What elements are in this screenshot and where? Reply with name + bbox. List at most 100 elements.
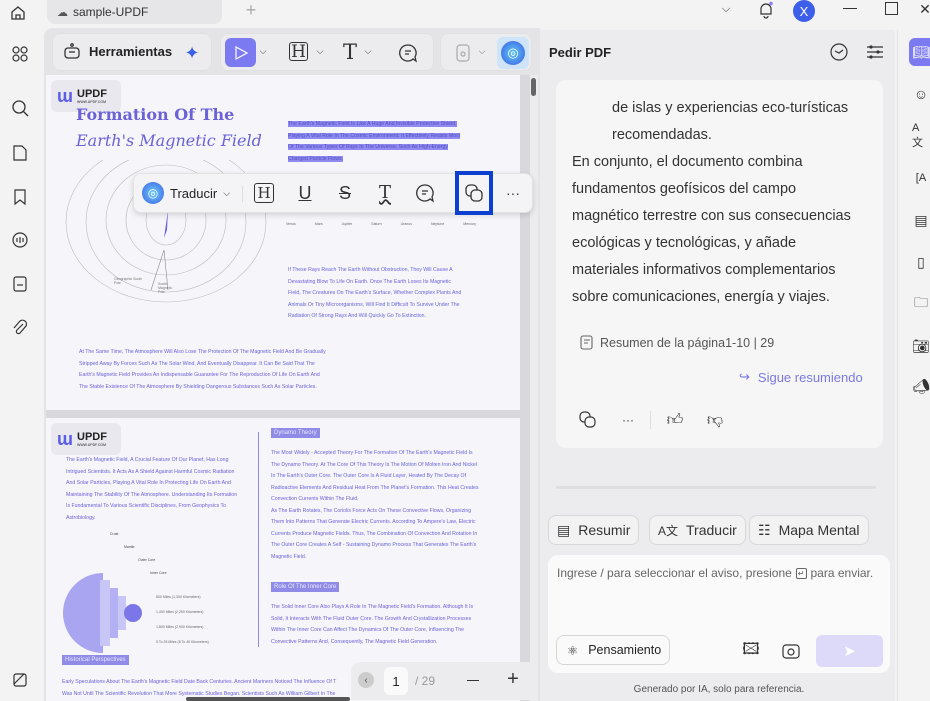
select-cursor-button[interactable] (225, 38, 256, 67)
attachments-page-icon[interactable] (8, 272, 32, 296)
chevron-down-icon[interactable]: ⌵ (716, 0, 736, 18)
summarize-chip[interactable]: ▤ Resumir (548, 515, 640, 545)
strikethrough-icon[interactable]: S (334, 181, 356, 205)
image-ai-icon[interactable]: 🖾 (740, 640, 762, 662)
page-number-input[interactable]: 1 (384, 667, 408, 695)
maximize-button[interactable] (885, 2, 898, 15)
pdf-page-2: ɯ UPDF WWW.UPDF.COM The Earth's Magnetic F… (46, 418, 520, 701)
history-clock-icon[interactable] (828, 41, 850, 63)
chip-label: Mapa Mental (778, 522, 860, 538)
pdf-viewer[interactable]: ɯ UPDF WWW.UPDF.COM Formation Of The Earth… (46, 75, 530, 701)
continue-summary-link[interactable]: ↪ Sigue resumiendo (739, 369, 863, 385)
summary-ref-text: Resumen de la página1-10 | 29 (600, 336, 775, 350)
new-tab-plus-icon[interactable]: + (240, 0, 262, 20)
chevron-down-icon[interactable]: ⌵ (315, 44, 325, 58)
chevron-down-icon: ⌵ (223, 187, 231, 198)
translate-icon[interactable]: A文 (912, 122, 930, 149)
more-options-icon[interactable]: ··· (618, 410, 638, 430)
ai-sparkle-icon[interactable]: ✦ (181, 42, 203, 64)
book-icon[interactable]: ▯ (912, 252, 930, 272)
pdf-scrollbar[interactable] (530, 75, 538, 701)
tools-button[interactable]: Herramientas (63, 43, 172, 60)
ai-disclaimer: Generado por IA, solo para referencia. (633, 684, 805, 695)
right-tool-strip: 📖︎ ☺ A文 [A ▤ ▯ 🗀 📷︎ 📣︎ (897, 30, 930, 701)
theme-icon[interactable] (8, 668, 32, 692)
screenshot-camera-icon[interactable] (780, 640, 802, 662)
home-icon[interactable] (6, 2, 30, 24)
translate-label: Traducir (170, 185, 218, 201)
comments-icon[interactable] (8, 228, 32, 252)
highlighted-text[interactable]: The Earth's Magnetic Field Is Like A Hug… (288, 119, 461, 165)
summary-doc-icon (580, 335, 594, 351)
copy-button[interactable] (455, 171, 493, 215)
updf-logo: ɯ UPDF WWW.UPDF.COM (51, 423, 121, 455)
chat-scroll-indicator (556, 486, 876, 489)
response-text: En conjunto, el documento combina (572, 154, 803, 170)
pages-icon[interactable] (8, 141, 32, 165)
underline-icon[interactable]: U (294, 181, 316, 205)
mind-map-chip[interactable]: ☷ Mapa Mental (749, 515, 869, 545)
camera-icon[interactable]: 📷︎ (912, 336, 930, 356)
document-tab[interactable]: ☁ sample-UPDF (47, 0, 222, 24)
avatar[interactable]: X (793, 0, 815, 22)
summarize-icon[interactable]: ▤ (912, 210, 930, 230)
ai-orb-icon: ◎ (501, 41, 525, 65)
extra-tools-group: ⌵ ◎ (440, 33, 532, 71)
tools-label: Herramientas (89, 44, 173, 59)
pdf-paragraph: The Earth's Magnetic Field, A Crucial Fe… (66, 457, 238, 521)
chip-label: Resumir (578, 522, 631, 538)
summarize-icon: ▤ (557, 521, 571, 538)
page-navigator: ‹ 1 / 29 + (351, 662, 531, 700)
ai-chat-face-icon[interactable]: ☺ (912, 84, 930, 104)
translate-box-icon[interactable]: [A (912, 168, 930, 188)
prev-page-button[interactable]: ‹ (358, 672, 374, 688)
title-bar: ☁ sample-UPDF + ⌵ X ✕ (0, 0, 930, 30)
ai-orb-icon: ◎ (142, 182, 164, 204)
mind-map-icon: ☷ (758, 521, 771, 538)
pdf-paragraph: The Most Widely - Accepted Theory For Th… (271, 450, 479, 560)
highlight-icon[interactable]: H (254, 183, 274, 203)
ai-assistant-button[interactable]: ◎ (497, 37, 529, 69)
enter-key-icon: ↵ (795, 567, 807, 579)
settings-sliders-icon[interactable] (864, 41, 886, 63)
comment-icon[interactable] (397, 42, 419, 64)
chevron-down-icon[interactable]: ⌵ (363, 44, 373, 58)
stamp-icon[interactable] (453, 42, 473, 64)
copy-icon[interactable] (578, 410, 598, 430)
search-icon[interactable] (8, 96, 32, 120)
zoom-out-button[interactable] (467, 680, 479, 682)
translate-chip[interactable]: A文 Traducir (649, 515, 746, 545)
response-text: magnético terrestre con sus consecuencia… (572, 208, 851, 224)
send-button[interactable]: ➤ (816, 635, 883, 667)
zoom-in-button[interactable]: + (504, 668, 522, 690)
chevron-down-icon[interactable]: ⌵ (258, 44, 268, 58)
thinking-toggle[interactable]: ⚛ Pensamiento (556, 635, 670, 665)
response-text: recomendadas. (612, 127, 712, 143)
planet-axis: Venus Mars Jupiter Saturn Uranus Neptune Mercu… (286, 222, 476, 226)
chat-input[interactable]: Ingrese / para seleccionar el aviso, pre… (548, 555, 890, 673)
more-options-icon[interactable]: ··· (502, 182, 524, 204)
paperclip-icon[interactable] (8, 316, 32, 340)
folder-icon[interactable]: 🗀 (912, 294, 930, 314)
grid-icon[interactable] (8, 42, 32, 66)
thumbs-up-icon[interactable]: 👍︎ (665, 410, 685, 430)
input-placeholder: Ingrese / para seleccionar el aviso, pre… (557, 566, 874, 580)
summary-reference: Resumen de la página1-10 | 29 (580, 335, 774, 351)
squiggly-icon[interactable]: T (374, 180, 396, 204)
minimize-button[interactable] (843, 8, 857, 9)
divider (650, 411, 651, 429)
comment-icon[interactable] (414, 182, 436, 204)
chevron-down-icon[interactable]: ⌵ (477, 44, 487, 58)
ask-pdf-tab-book-icon[interactable]: 📖︎ (909, 38, 930, 66)
bell-icon[interactable] (756, 0, 776, 20)
translate-button[interactable]: ◎ Traducir ⌵ (142, 182, 230, 204)
thinking-label: Pensamiento (588, 643, 662, 657)
thumbs-down-icon[interactable]: 👎︎ (705, 410, 725, 430)
bookmark-icon[interactable] (8, 185, 32, 209)
horizontal-scrollbar[interactable] (186, 697, 350, 701)
section-title: Dynamo Theory (271, 428, 320, 438)
text-icon[interactable]: T (339, 40, 361, 64)
highlight-icon[interactable]: H (289, 42, 308, 62)
close-button[interactable]: ✕ (919, 0, 930, 18)
megaphone-icon[interactable]: 📣︎ (912, 376, 930, 396)
